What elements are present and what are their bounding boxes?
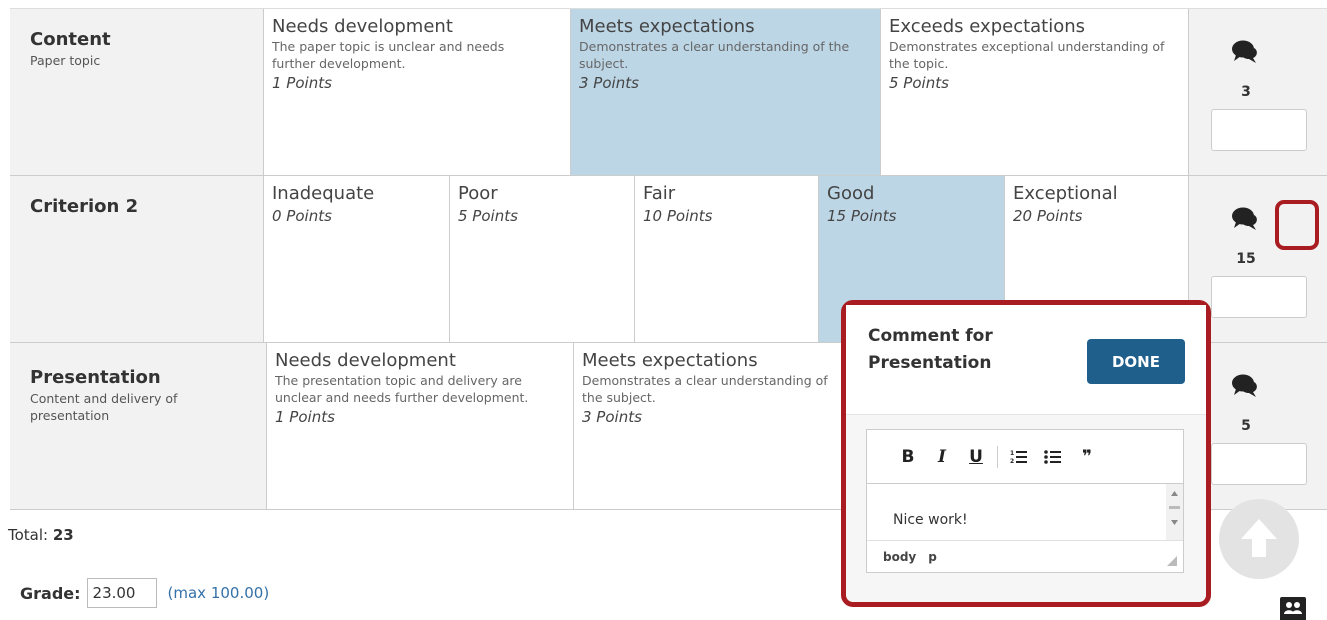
grade-max: (max 100.00) — [167, 584, 270, 602]
comment-icon[interactable] — [1231, 371, 1259, 399]
score-input[interactable] — [1211, 276, 1307, 318]
rating-points: 5 Points — [458, 207, 518, 225]
rating-title: Exceptional — [1013, 183, 1118, 204]
rich-text-editor: B I U 1 2 ❞ Nice work! body p — [866, 429, 1184, 573]
path-p[interactable]: p — [928, 550, 937, 564]
score-value: 3 — [1241, 84, 1251, 100]
rating-points: 1 Points — [272, 74, 332, 92]
rating-title: Needs development — [272, 16, 453, 37]
editor-path-bar: body p — [867, 540, 1183, 572]
bold-button[interactable]: B — [891, 445, 925, 469]
criterion-title: Presentation — [30, 367, 161, 388]
rating-points: 15 Points — [827, 207, 897, 225]
comment-icon[interactable] — [1231, 204, 1259, 232]
done-button[interactable]: DONE — [1087, 339, 1185, 384]
rating-description: Demonstrates a clear understanding of th… — [579, 39, 850, 71]
criterion-title: Criterion 2 — [30, 196, 139, 217]
users-button[interactable] — [1280, 597, 1306, 620]
rating-cell[interactable]: Needs development The paper topic is unc… — [263, 9, 570, 175]
rating-points: 0 Points — [272, 207, 332, 225]
rating-title: Poor — [458, 183, 498, 204]
rating-cell[interactable]: Poor 5 Points — [449, 176, 634, 342]
rating-points: 1 Points — [275, 408, 335, 426]
rating-cell[interactable]: Needs development The presentation topic… — [266, 343, 573, 509]
toolbar-divider — [997, 445, 998, 468]
resize-handle[interactable] — [1167, 556, 1177, 566]
criterion-cell: Content Paper topic — [30, 29, 250, 69]
criterion-description: Content and delivery of presentation — [30, 391, 178, 423]
rating-title: Meets expectations — [579, 16, 755, 37]
criterion-description: Paper topic — [30, 53, 101, 68]
rating-description: The presentation topic and delivery are … — [275, 373, 529, 405]
highlight-annotation — [1275, 200, 1319, 250]
users-icon — [1284, 602, 1302, 614]
score-column: 3 — [1188, 9, 1327, 175]
rating-points: 20 Points — [1013, 207, 1083, 225]
criterion-cell: Presentation Content and delivery of pre… — [30, 367, 250, 424]
bullet-list-button[interactable] — [1036, 445, 1070, 469]
path-body[interactable]: body — [883, 550, 916, 564]
svg-text:2: 2 — [1010, 458, 1014, 465]
numbered-list-button[interactable]: 1 2 — [1002, 445, 1036, 469]
rating-points: 5 Points — [889, 74, 949, 92]
scrollbar-arrows-icon — [1169, 491, 1180, 525]
rating-title: Fair — [643, 183, 676, 204]
rating-title: Good — [827, 183, 875, 204]
rating-points: 3 Points — [579, 74, 639, 92]
scroll-to-top-button[interactable] — [1219, 499, 1299, 579]
rating-points: 10 Points — [643, 207, 713, 225]
score-input[interactable] — [1211, 109, 1307, 151]
svg-text:1: 1 — [1010, 450, 1014, 457]
rating-description: Demonstrates a clear understanding of th… — [582, 373, 828, 405]
editor-toolbar: B I U 1 2 ❞ — [867, 430, 1183, 484]
rating-title: Needs development — [275, 350, 456, 371]
grade-row: Grade: (max 100.00) — [20, 578, 269, 608]
rating-cell[interactable]: Exceeds expectations Demonstrates except… — [880, 9, 1188, 175]
rating-cell[interactable]: Inadequate 0 Points — [263, 176, 449, 342]
rating-description: The paper topic is unclear and needs fur… — [272, 39, 505, 71]
criterion-cell: Criterion 2 — [30, 196, 250, 219]
rating-cell[interactable]: Fair 10 Points — [634, 176, 818, 342]
rating-title: Inadequate — [272, 183, 375, 204]
italic-button[interactable]: I — [925, 445, 959, 469]
rating-cell-selected[interactable]: Meets expectations Demonstrates a clear … — [570, 9, 880, 175]
total-value: 23 — [52, 526, 74, 544]
comment-text: Nice work! — [893, 512, 968, 528]
comment-dialog: Comment for Presentation DONE B I U 1 2 — [841, 300, 1211, 607]
dialog-header: Comment for Presentation DONE — [846, 305, 1206, 415]
rating-description: Demonstrates exceptional understanding o… — [889, 39, 1165, 71]
total-display: Total: 23 — [8, 526, 74, 544]
score-input[interactable] — [1211, 443, 1307, 485]
rubric-table: Content Paper topic Needs development Th… — [10, 8, 1327, 510]
grade-label: Grade: — [20, 583, 81, 603]
arrow-up-icon — [1241, 519, 1277, 557]
score-value: 15 — [1236, 251, 1256, 267]
rating-title: Exceeds expectations — [889, 16, 1086, 37]
criterion-title: Content — [30, 29, 111, 50]
editor-scrollbar[interactable] — [1166, 484, 1183, 540]
bullet-list-icon — [1044, 449, 1061, 464]
total-label: Total: — [8, 526, 49, 544]
dialog-body: B I U 1 2 ❞ Nice work! body p — [846, 415, 1206, 602]
comment-icon[interactable] — [1231, 37, 1259, 65]
dialog-title: Comment for Presentation — [868, 326, 993, 373]
underline-button[interactable]: U — [959, 445, 993, 469]
grade-input[interactable] — [86, 578, 157, 608]
criterion-row-content: Content Paper topic Needs development Th… — [10, 9, 1327, 176]
editor-content[interactable]: Nice work! — [867, 484, 1183, 540]
numbered-list-icon: 1 2 — [1010, 450, 1027, 465]
blockquote-button[interactable]: ❞ — [1070, 445, 1104, 469]
